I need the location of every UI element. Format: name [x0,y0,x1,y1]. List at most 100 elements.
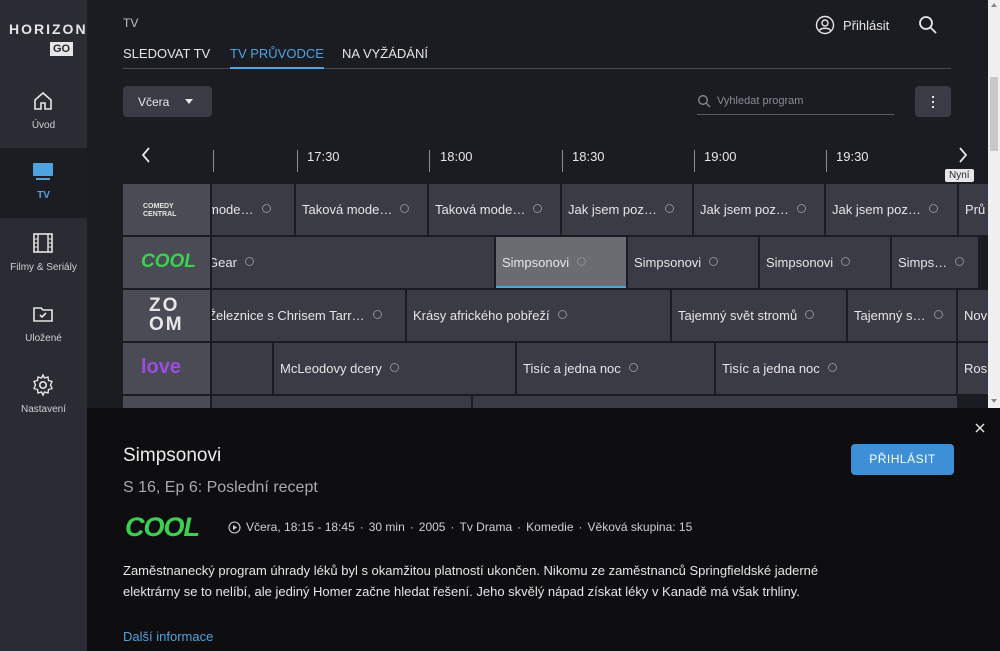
program-cell[interactable] [212,396,471,408]
program-title: Simpsonovi [766,255,833,270]
chevron-right-icon[interactable] [955,145,971,165]
more-info-link[interactable]: Další informace [123,629,213,644]
scroll-down-arrow[interactable] [991,399,997,403]
meta-duration: 30 min [369,520,405,534]
program-cell[interactable]: McLeodovy dcery [274,343,515,394]
time-tick [297,150,298,172]
time-label: 19:30 [836,149,869,164]
time-tick [694,150,695,172]
zoom-logo-line: OM [149,315,184,334]
episode-info: S 16, Ep 6: Poslední recept [123,479,318,497]
program-cell[interactable]: Železnice s Chrisem Tarr… [212,290,405,341]
app-window: HORIZON GO Úvod TV Filmy & Seriály Ulože… [0,0,1000,651]
horizon-go-logo[interactable]: HORIZON GO [0,0,87,78]
saved-folder-icon [31,302,55,326]
login-button[interactable]: PŘIHLÁSIT [851,444,954,475]
meta-separator: · [360,520,364,534]
program-cell[interactable]: Taková mode… [296,184,427,235]
program-cell[interactable]: Gear [212,237,494,288]
zoom-logo: ZO OM [149,296,184,334]
program-title: Tisíc a jedna noc [523,361,621,376]
dot [932,106,934,108]
play-icon [955,257,964,266]
meta-year: 2005 [419,520,446,534]
program-cell[interactable]: Krásy afrického pobřeží [407,290,670,341]
program-cell[interactable]: Jak jsem poz… [562,184,692,235]
channel-logo-next[interactable] [123,396,210,408]
meta-age-rating: Věková skupina: 15 [588,520,693,534]
dot [932,101,934,103]
program-description: Zaměstnanecký program úhrady léků byl s … [123,561,823,602]
program-search [697,88,894,115]
zoom-logo-line: ZO [149,296,184,315]
program-title: Prů [965,202,985,217]
sidebar-item-films[interactable]: Filmy & Seriály [0,220,87,290]
program-cell[interactable]: Tajemný s… [848,290,956,341]
sidebar-item-home[interactable]: Úvod [0,78,87,148]
program-cell[interactable]: Ros [958,343,988,394]
program-cell[interactable]: Taková mode… [429,184,560,235]
program-cell[interactable]: Tajemný svět stromů [672,290,846,341]
more-options-button[interactable] [915,86,951,117]
program-title: Taková mode… [435,202,525,217]
program-title: Tajemný svět stromů [678,308,797,323]
meta-separator: · [579,520,583,534]
program-cell[interactable]: Tisíc a jedna noc [716,343,956,394]
program-cell[interactable]: Jak jsem poz… [826,184,957,235]
sidebar-item-tv[interactable]: TV [0,148,87,218]
program-cell[interactable]: Prů [959,184,988,235]
program-title: Ros [964,361,987,376]
now-indicator: Nyní [945,169,974,182]
caret-down-icon [185,99,193,104]
play-icon [262,204,271,213]
channel-logo-zoom[interactable]: ZO OM [123,290,210,341]
tab-na-vyzadani[interactable]: NA VYŽÁDÁNÍ [342,46,428,69]
channel-logo-love[interactable]: love [123,343,210,394]
program-title: Simpsonovi [123,445,221,467]
channel-logo-comedy-central[interactable]: COMEDY CENTRAL [123,184,210,235]
chevron-left-icon[interactable] [138,145,154,165]
program-cell[interactable] [473,396,957,408]
sidebar-item-settings[interactable]: Nastavení [0,362,87,432]
day-select-dropdown[interactable]: Včera [123,86,212,117]
program-cell[interactable] [212,343,272,394]
program-title: Jak jsem poz… [832,202,921,217]
play-icon [629,363,638,372]
program-cell[interactable]: Nov [958,290,988,341]
tab-sledovat-tv[interactable]: SLEDOVAT TV [123,46,210,69]
program-cell[interactable]: mode… [212,184,294,235]
scrollbar-thumb[interactable] [990,77,998,151]
login-label: Přihlásit [843,18,889,33]
channel-logo-cool[interactable]: COOL [123,237,210,288]
play-icon [665,204,674,213]
search-icon[interactable] [918,15,938,35]
close-icon[interactable] [974,422,986,434]
sidebar-item-label: TV [0,190,87,201]
time-label: 19:00 [704,149,737,164]
scrollbar[interactable] [988,0,1000,408]
program-detail-panel: Simpsonovi S 16, Ep 6: Poslední recept C… [87,408,1000,651]
time-label: 18:30 [572,149,605,164]
time-tick [562,150,563,172]
tab-tv-pruvodce[interactable]: TV PRŮVODCE [230,46,324,69]
program-title: McLeodovy dcery [280,361,382,376]
program-cell-selected[interactable]: Simpsonovi [496,237,626,288]
search-input[interactable] [717,92,887,110]
login-link[interactable]: Přihlásit [815,15,889,35]
program-title: Železnice s Chrisem Tarr… [212,308,365,323]
play-icon [577,257,586,266]
program-title: Gear [212,255,237,270]
program-cell[interactable]: Simps… [892,237,978,288]
user-icon [815,15,835,35]
meta-subgenre: Komedie [526,520,573,534]
sidebar-item-saved[interactable]: Uložené [0,291,87,361]
program-cell[interactable]: Jak jsem poz… [694,184,824,235]
sidebar-item-label: Úvod [0,120,87,131]
time-tick [826,150,827,172]
meta-separator: · [450,520,454,534]
program-cell[interactable]: Tisíc a jedna noc [517,343,714,394]
program-cell[interactable]: Simpsonovi [760,237,890,288]
scroll-up-arrow[interactable] [991,3,997,7]
program-cell[interactable]: Simpsonovi [628,237,758,288]
play-icon [841,257,850,266]
